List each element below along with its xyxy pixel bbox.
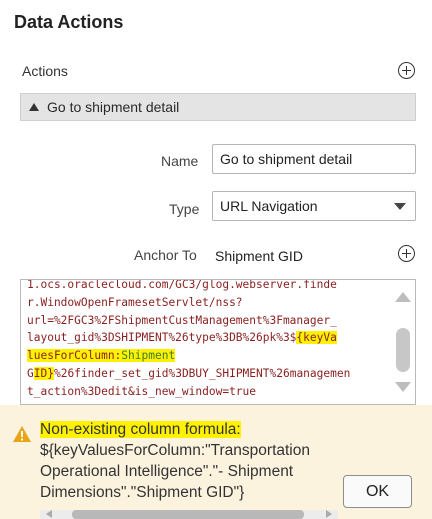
- ok-button[interactable]: OK: [343, 475, 412, 508]
- add-anchor-icon[interactable]: [398, 245, 415, 262]
- collapse-triangle-icon[interactable]: [29, 103, 39, 111]
- name-field-value: Go to shipment detail: [220, 151, 353, 167]
- horizontal-scrollbar[interactable]: [40, 510, 338, 519]
- warning-message: Non-existing column formula: ${keyValues…: [40, 421, 310, 501]
- name-label: Name: [161, 153, 199, 169]
- url-text: 1.ocs.oraclecloud.com/GC3/glog.webserver…: [27, 279, 351, 398]
- warning-triangle-icon: [13, 426, 31, 442]
- scroll-thumb[interactable]: [396, 328, 410, 372]
- horizontal-scroll-thumb[interactable]: [72, 510, 304, 519]
- scroll-left-icon[interactable]: [46, 510, 52, 518]
- anchor-to-label: Anchor To: [134, 247, 197, 263]
- type-select[interactable]: URL Navigation: [212, 191, 416, 221]
- anchor-to-value: Shipment GID: [215, 248, 303, 264]
- type-label: Type: [169, 201, 200, 217]
- url-textarea[interactable]: 1.ocs.oraclecloud.com/GC3/glog.webserver…: [20, 279, 416, 405]
- action-item-label: Go to shipment detail: [47, 99, 180, 115]
- warning-popup: Non-existing column formula: ${keyValues…: [0, 405, 432, 519]
- actions-label: Actions: [22, 63, 68, 79]
- chevron-down-icon: [394, 203, 406, 210]
- name-field[interactable]: Go to shipment detail: [212, 144, 416, 174]
- vertical-scrollbar[interactable]: [391, 282, 413, 402]
- panel-title: Data Actions: [14, 12, 124, 32]
- scroll-down-icon[interactable]: [395, 382, 411, 392]
- add-action-icon[interactable]: [398, 62, 415, 79]
- type-select-value: URL Navigation: [220, 198, 318, 214]
- action-item-go-to-shipment-detail[interactable]: Go to shipment detail: [20, 93, 416, 121]
- scroll-right-icon[interactable]: [326, 510, 332, 518]
- scroll-up-icon[interactable]: [395, 292, 411, 302]
